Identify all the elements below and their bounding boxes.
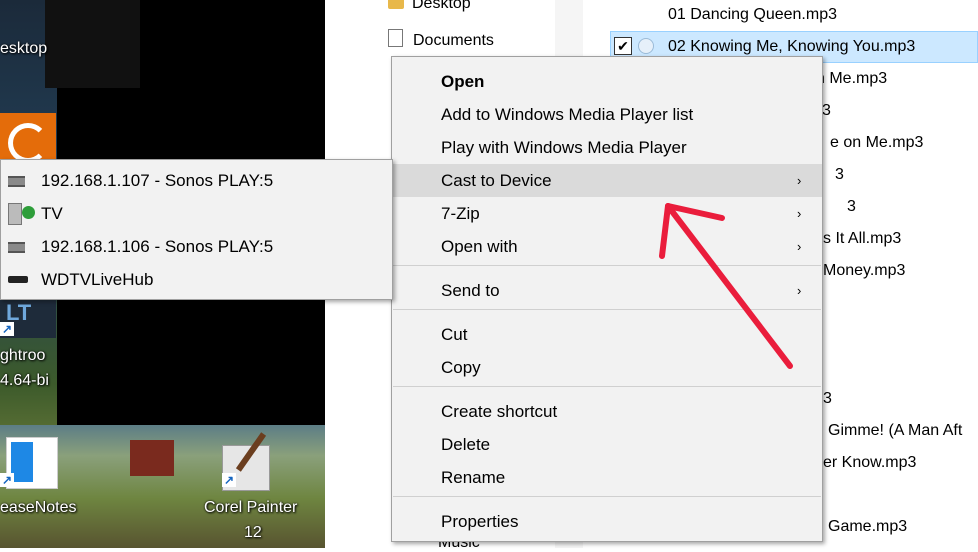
nav-item-desktop[interactable]: Desktop (388, 0, 471, 13)
chevron-right-icon: › (797, 206, 802, 221)
menu-item-cast-to-device[interactable]: Cast to Device › (392, 164, 822, 197)
menu-item-add-to-wmp-list[interactable]: Add to Windows Media Player list (392, 98, 822, 131)
file-item[interactable]: Game.mp3 (828, 518, 907, 536)
device-label: WDTVLiveHub (41, 270, 154, 289)
menu-item-label: Send to (441, 281, 500, 300)
documents-icon (388, 29, 403, 47)
lightroom-version-label[interactable]: 4.64-bi (0, 372, 49, 390)
menu-item-open[interactable]: Open (392, 65, 822, 98)
corel-painter-label[interactable]: Corel Painter (204, 499, 297, 517)
device-label: 192.168.1.107 - Sonos PLAY:5 (41, 171, 274, 190)
menu-item-label: Cast to Device (441, 171, 552, 190)
audio-file-icon (638, 38, 654, 54)
menu-item-send-to[interactable]: Send to › (392, 274, 822, 307)
lightroom-label[interactable]: ghtroo (0, 347, 45, 365)
menu-item-label: 7-Zip (441, 204, 480, 223)
menu-item-delete[interactable]: Delete (392, 428, 822, 461)
menu-separator (393, 386, 821, 387)
menu-item-label: Create shortcut (441, 402, 558, 421)
release-notes-label[interactable]: easeNotes (0, 499, 77, 517)
nav-item-documents[interactable]: Documents (388, 29, 494, 50)
file-item[interactable]: 3 (822, 102, 831, 120)
device-label: 192.168.1.106 - Sonos PLAY:5 (41, 237, 274, 256)
chevron-right-icon: › (797, 173, 802, 188)
menu-separator (393, 265, 821, 266)
menu-item-open-with[interactable]: Open with › (392, 230, 822, 263)
menu-item-label: Properties (441, 512, 519, 531)
context-menu: Open Add to Windows Media Player list Pl… (391, 56, 823, 542)
folder-icon (388, 0, 404, 9)
checkbox[interactable]: ✔ (614, 37, 632, 55)
menu-item-properties[interactable]: Properties (392, 505, 822, 538)
media-box-icon (8, 276, 28, 283)
file-item[interactable]: 02 Knowing Me, Knowing You.mp3 (668, 38, 915, 56)
menu-item-label: Delete (441, 435, 491, 454)
file-item[interactable]: n Me.mp3 (816, 70, 887, 88)
menu-item-cut[interactable]: Cut (392, 318, 822, 351)
menu-separator (393, 496, 821, 497)
file-item[interactable]: Gimme! (A Man Aft (828, 422, 962, 440)
device-item-tv[interactable]: TV (1, 197, 392, 230)
corel-painter-version-label[interactable]: 12 (244, 524, 262, 542)
menu-item-label: Cut (441, 325, 468, 344)
speaker-icon (8, 242, 25, 253)
file-item[interactable]: 3 (823, 390, 832, 408)
shortcut-arrow-icon: ↗ (0, 473, 14, 487)
device-item-sonos-107[interactable]: 192.168.1.107 - Sonos PLAY:5 (1, 164, 392, 197)
file-item[interactable]: e on Me.mp3 (830, 134, 923, 152)
speaker-icon (8, 176, 25, 187)
desktop-icon-label[interactable]: esktop (0, 40, 47, 58)
play-icon (22, 206, 35, 219)
app-icon-orange[interactable] (0, 113, 56, 163)
menu-item-label: Open (441, 72, 485, 91)
file-item[interactable]: 3 (847, 198, 856, 216)
menu-item-label: Open with (441, 237, 518, 256)
menu-item-label: Add to Windows Media Player list (441, 105, 694, 124)
menu-item-7zip[interactable]: 7-Zip › (392, 197, 822, 230)
device-label: TV (41, 204, 63, 223)
chevron-right-icon: › (797, 283, 802, 298)
device-item-sonos-106[interactable]: 192.168.1.106 - Sonos PLAY:5 (1, 230, 392, 263)
file-item[interactable]: er Know.mp3 (823, 454, 916, 472)
file-item[interactable]: 01 Dancing Queen.mp3 (668, 6, 837, 24)
shortcut-arrow-icon: ↗ (0, 322, 14, 336)
tv-icon (8, 203, 35, 225)
menu-item-rename[interactable]: Rename (392, 461, 822, 494)
dark-block (45, 0, 140, 88)
menu-item-label: Rename (441, 468, 506, 487)
menu-item-create-shortcut[interactable]: Create shortcut (392, 395, 822, 428)
menu-item-label: Copy (441, 358, 481, 377)
file-item[interactable]: 3 (835, 166, 844, 184)
nav-item-label: Documents (413, 32, 494, 49)
menu-item-copy[interactable]: Copy (392, 351, 822, 384)
cast-to-device-submenu: 192.168.1.107 - Sonos PLAY:5 TV 192.168.… (0, 159, 393, 300)
wallpaper-hut (130, 440, 174, 476)
shortcut-arrow-icon: ↗ (222, 473, 236, 487)
menu-item-play-with-wmp[interactable]: Play with Windows Media Player (392, 131, 822, 164)
nav-item-label: Desktop (412, 0, 471, 12)
device-item-wdtvlivehub[interactable]: WDTVLiveHub (1, 263, 392, 296)
menu-item-label: Play with Windows Media Player (441, 138, 687, 157)
file-item[interactable]: s It All.mp3 (823, 230, 901, 248)
menu-separator (393, 309, 821, 310)
chevron-right-icon: › (797, 239, 802, 254)
file-item[interactable]: Money.mp3 (823, 262, 905, 280)
